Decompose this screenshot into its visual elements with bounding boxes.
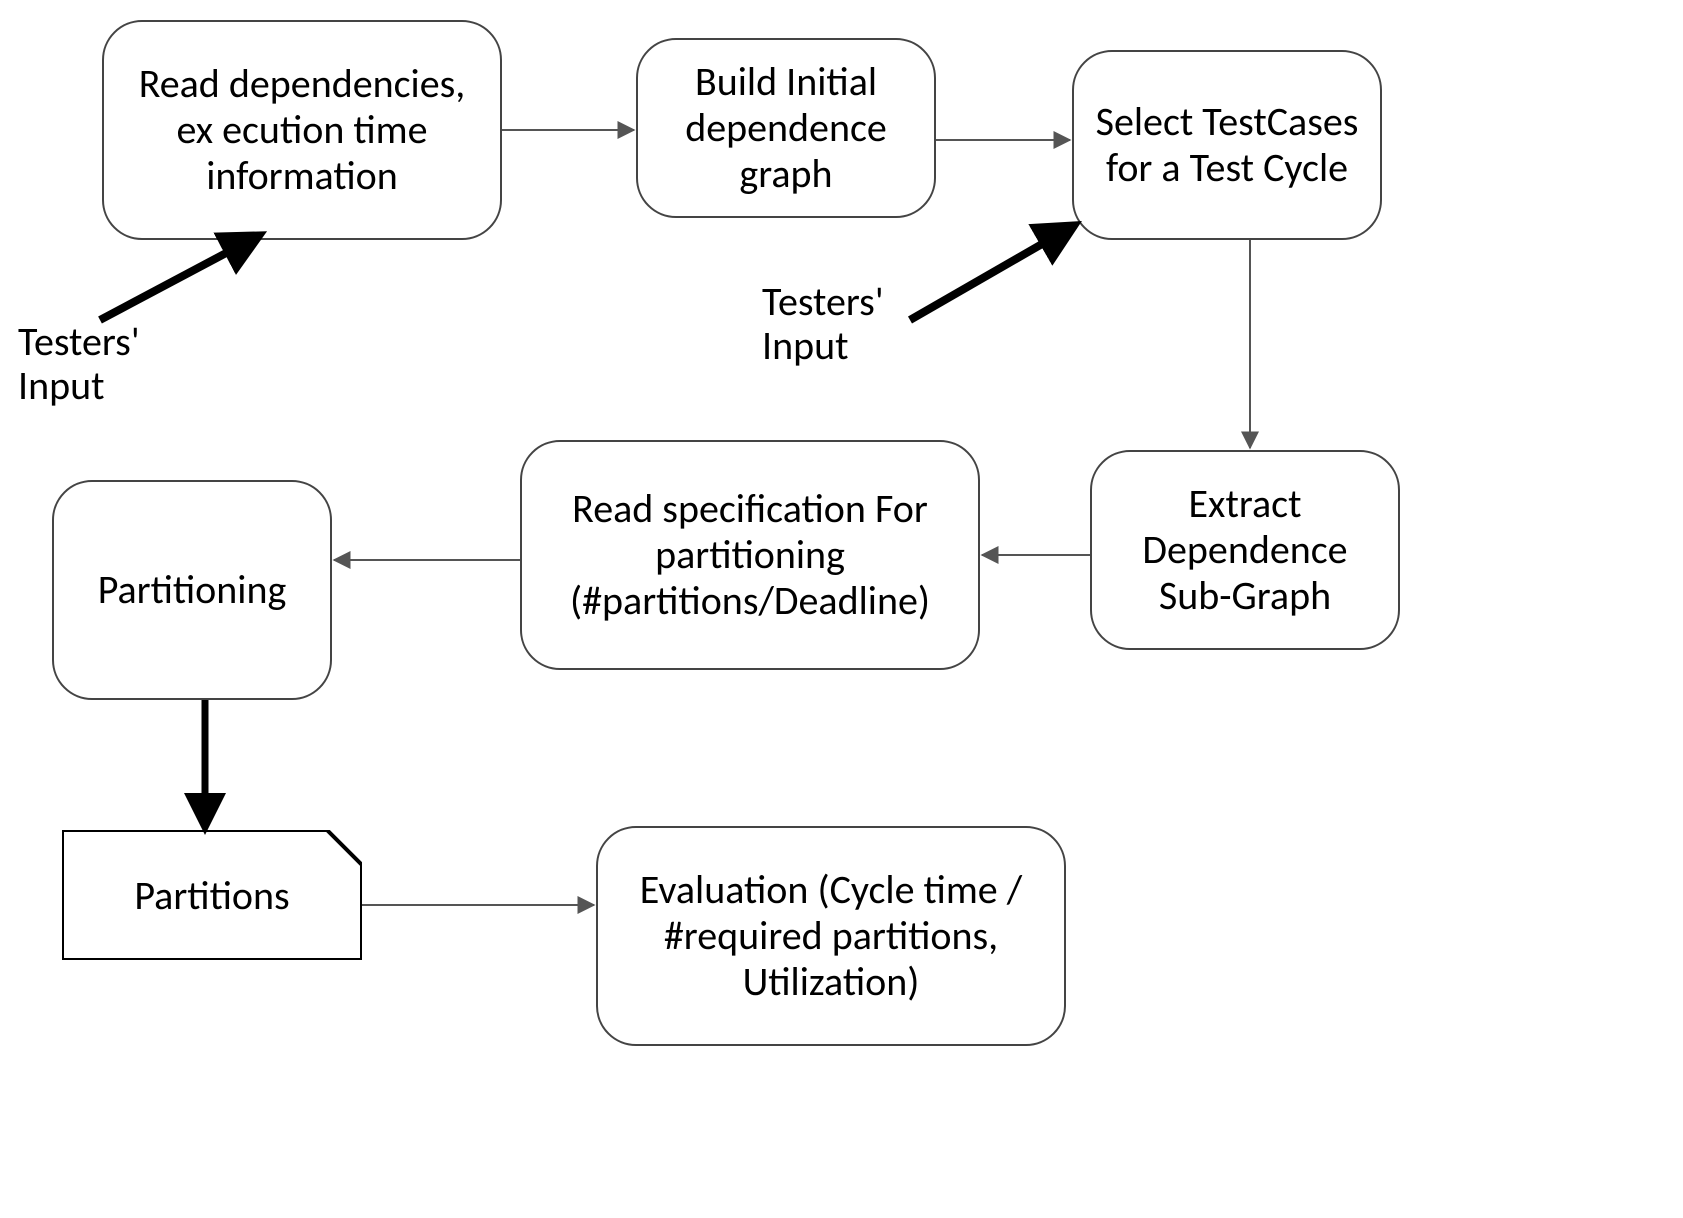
node-text: Read dependencies, ex ecution time infor… <box>124 61 480 199</box>
node-text: Partitions <box>134 871 289 920</box>
node-select-testcases: Select TestCases for a Test Cycle <box>1072 50 1382 240</box>
node-partitions: Partitions <box>62 830 362 960</box>
node-text: Select TestCases for a Test Cycle <box>1094 99 1360 191</box>
diagram-stage: { "nodes": { "read_deps": "Read dependen… <box>0 0 1683 1218</box>
node-extract-subgraph: Extract Dependence Sub-Graph <box>1090 450 1400 650</box>
node-text: Extract Dependence Sub-Graph <box>1112 481 1378 619</box>
node-evaluation: Evaluation (Cycle time / #required parti… <box>596 826 1066 1046</box>
node-read-dependencies: Read dependencies, ex ecution time infor… <box>102 20 502 240</box>
node-text: Evaluation (Cycle time / #required parti… <box>618 867 1044 1005</box>
label-text: Testers' Input <box>18 317 140 410</box>
label-text: Testers' Input <box>762 277 884 370</box>
node-text: Build Initial dependence graph <box>658 59 914 197</box>
node-partitioning: Partitioning <box>52 480 332 700</box>
node-read-specification: Read specification For partitioning (#pa… <box>520 440 980 670</box>
annotation-arrow-testers-left <box>100 235 260 320</box>
label-testers-input-right: Testers' Input <box>762 280 942 368</box>
label-testers-input-left: Testers' Input <box>18 320 198 408</box>
node-text: Read specification For partitioning (#pa… <box>542 486 958 624</box>
node-text: Partitioning <box>98 567 287 613</box>
node-build-initial-graph: Build Initial dependence graph <box>636 38 936 218</box>
